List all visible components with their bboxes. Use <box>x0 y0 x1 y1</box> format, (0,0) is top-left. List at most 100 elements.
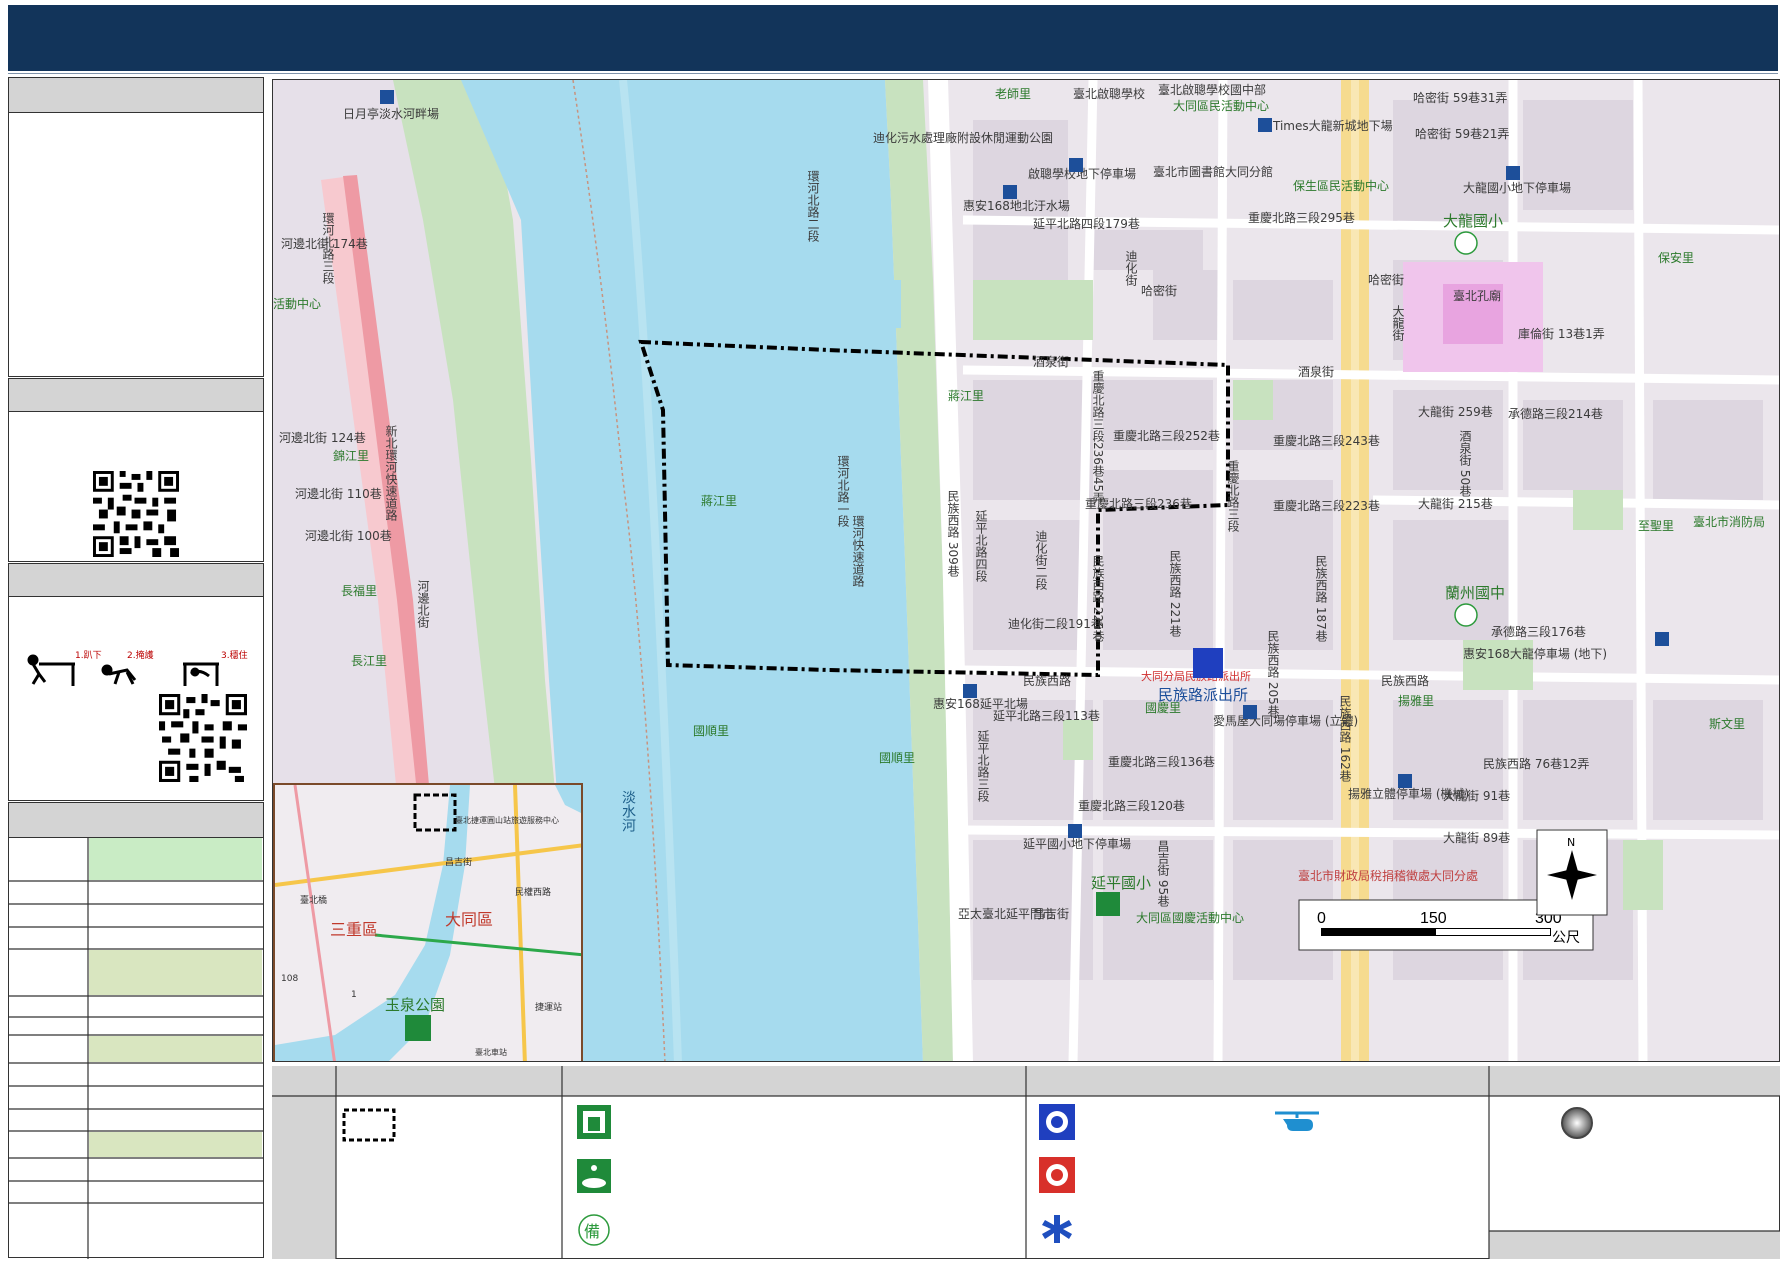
label-parking-huian: 惠安168地北汙水場 <box>963 198 1070 213</box>
label-parking-times: Times大龍新城地下場 <box>1272 118 1393 133</box>
inset-label-minquan: 民權西路 <box>515 886 551 898</box>
north-letter: N <box>1567 836 1575 849</box>
label-fire-dept: 臺北市消防局 <box>1693 514 1765 529</box>
label-sewage-park: 迪化污水處理廠附設休閒運動公園 <box>873 130 1053 145</box>
label-village-zhisheng: 至聖里 <box>1638 519 1674 533</box>
label-road-chengde-176: 承德路三段176巷 <box>1491 624 1586 639</box>
label-village-yangya: 揚雅里 <box>1398 693 1434 708</box>
police-icon <box>1039 1104 1075 1140</box>
label-road-xinbei-exp: 新北環河快速道路 <box>384 424 398 522</box>
label-road-hami-59-21: 哈密街 59巷21弄 <box>1415 126 1509 141</box>
label-road-minzuxi-221: 民族西路 221巷 <box>1168 550 1182 637</box>
safety-qr-code-icon[interactable] <box>159 694 247 782</box>
label-dalong-community: 大同區民活動中心 <box>1173 98 1269 113</box>
left-panel-table <box>7 802 264 1259</box>
inset-label-taipei-bridge: 臺北橋 <box>300 894 327 906</box>
label-road-minzu: 民族西路 <box>1023 673 1071 688</box>
inset-canvas: 三重區 大同區 玉泉公園 昌吉街 民權西路 臺北橋 108 1 捷運站 臺北捷運… <box>275 785 581 1061</box>
label-road-minzuxi-205: 民族西路 205巷 <box>1266 630 1280 717</box>
label-parking-yangya: 揚雅立體停車場 (機械) <box>1348 786 1469 801</box>
label-village-siwen: 斯文里 <box>1709 716 1745 731</box>
label-road-chongqing3-252: 重慶北路三段252巷 <box>1113 428 1220 443</box>
label-road-kulun-13-1: 庫倫街 13巷1弄 <box>1518 327 1605 341</box>
banner-divider <box>8 73 1778 74</box>
label-village-guoshun: 國順里 <box>693 724 729 738</box>
label-village-jinjiang: 錦江里 <box>333 448 369 463</box>
label-road-minzuxi-225: 民族西路 225巷 <box>1091 555 1105 642</box>
label-parking-lanzhou: 惠安168大龍停車場 (地下) <box>1463 646 1607 661</box>
info-table-grid <box>7 837 264 1259</box>
label-road-yanping3: 延平北路三段 <box>976 730 990 803</box>
label-road-hami: 哈密街 <box>1141 283 1177 298</box>
label-school-yanping: 延平國小 <box>1091 874 1151 892</box>
label-police-station: 民族路派出所 <box>1158 686 1248 704</box>
label-road-hami2: 哈密街 <box>1368 272 1404 287</box>
label-river: 淡水河 <box>620 790 636 832</box>
label-road-chongqing3-295: 重慶北路三段295巷 <box>1248 210 1355 225</box>
label-parking-yanping-sub: 延平國小地下停車場 <box>1023 836 1131 851</box>
panel-header <box>9 803 263 838</box>
reserve-shelter-icon: 備 <box>578 1214 610 1246</box>
label-finance-bureau: 臺北市財政局稅捐稽徵處大同分處 <box>1298 868 1478 883</box>
north-arrow-icon: N <box>1536 829 1608 916</box>
label-village-jiangli-river: 蔣江里 <box>701 494 737 508</box>
svg-text:3.穩住: 3.穩住 <box>221 649 248 661</box>
label-road-dihua: 迪化街 <box>1124 250 1138 286</box>
label-road-dalong-259: 大龍街 259巷 <box>1418 404 1493 419</box>
inset-label-yuquan: 玉泉公園 <box>385 996 445 1014</box>
well-icon <box>1561 1107 1593 1139</box>
label-parking-dalong-sub: 大龍國小地下停車場 <box>1463 180 1571 195</box>
label-village-guoshun2: 國順里 <box>879 751 915 765</box>
label-road-chongqing3-120: 重慶北路三段120巷 <box>1078 798 1185 813</box>
helicopter-icon <box>1275 1111 1319 1131</box>
left-panel-qr <box>8 378 264 562</box>
inset-label-changji: 昌吉街 <box>445 856 472 868</box>
label-library: 臺北市圖書館大同分館 <box>1153 164 1273 179</box>
label-road-dihua2: 迪化街二段 <box>1034 530 1048 591</box>
fire-station-icon <box>1039 1157 1075 1193</box>
label-qiting-school-j: 臺北啟聰學校國中部 <box>1158 82 1266 97</box>
label-parking-huian-yanping: 惠安168延平北場 <box>933 696 1028 711</box>
label-road-yanping-179: 延平北路四段179巷 <box>1033 216 1140 231</box>
label-school-dalong: 大龍國小 <box>1443 212 1503 230</box>
label-parking-aima: 愛馬屋大同場停車場 (立體) <box>1213 713 1358 728</box>
label-road-hexi: 河邊北街 <box>416 580 430 628</box>
label-road-hexi-124: 河邊北街 124巷 <box>279 431 366 445</box>
label-village-baoan: 保安里 <box>1658 250 1694 265</box>
title-banner <box>8 5 1778 71</box>
inset-label-metro: 捷運站 <box>535 1001 562 1013</box>
medical-icon <box>1042 1215 1072 1243</box>
label-road-yanping4: 延平北路四段 <box>974 510 988 583</box>
inset-label-sanchong: 三重區 <box>330 920 378 939</box>
inset-label-datong: 大同區 <box>445 910 493 929</box>
inset-map[interactable]: 三重區 大同區 玉泉公園 昌吉街 民權西路 臺北橋 108 1 捷運站 臺北捷運… <box>273 783 583 1061</box>
main-map[interactable]: 淡水河 蔣江里 蔣江里 國順里 國順里 長福里 長江里 錦江里 老師里 國慶里 … <box>272 79 1780 1062</box>
inset-label-route-1: 1 <box>351 990 357 1000</box>
evacuation-shelter-icon <box>577 1105 611 1139</box>
label-road-minzu-309: 民族西路 309巷 <box>946 490 960 577</box>
label-road-huanhe-n1: 環河北路一段 <box>836 455 850 528</box>
label-village-laoshi: 老師里 <box>995 87 1031 101</box>
label-road-dalong-215: 大龍街 215巷 <box>1418 496 1493 511</box>
label-road-huanhe-n2: 環河北路二段 <box>806 170 820 243</box>
panel-header <box>9 78 263 113</box>
label-road-minzuxi-76-12: 民族西路 76巷12弄 <box>1483 756 1589 771</box>
scale-tick-150: 150 <box>1420 910 1447 927</box>
label-road-hexi-174: 河邊北街 174巷 <box>281 237 368 251</box>
label-road-chongqing3-136: 重慶北路三段136巷 <box>1108 754 1215 769</box>
label-road-jiuquan: 酒泉街 <box>1033 355 1069 369</box>
inset-label-station: 臺北車站 <box>475 1047 507 1057</box>
label-daqiao-community: 大同區國慶活動中心 <box>1136 910 1244 925</box>
police-marker <box>1193 648 1223 678</box>
label-tw-ag-market: 亞太臺北延平門市 <box>958 906 1054 921</box>
label-parking-riyue: 日月亭淡水河畔場 <box>343 106 439 121</box>
label-road-hami-59-31: 哈密街 59巷31弄 <box>1413 90 1507 105</box>
qr-code-icon[interactable] <box>93 471 179 557</box>
label-road-jiuquan-50: 酒泉街 50巷 <box>1458 430 1472 498</box>
panel-header <box>9 379 263 412</box>
label-road-chengde-214: 承德路三段214巷 <box>1508 406 1603 421</box>
label-road-minzuxi-162: 民族西路 162巷 <box>1338 695 1352 782</box>
label-road-chongqing3-243: 重慶北路三段243巷 <box>1273 433 1380 448</box>
inset-label-route-108: 108 <box>281 974 298 984</box>
label-road-changji-95: 昌吉街 95巷 <box>1156 840 1170 908</box>
